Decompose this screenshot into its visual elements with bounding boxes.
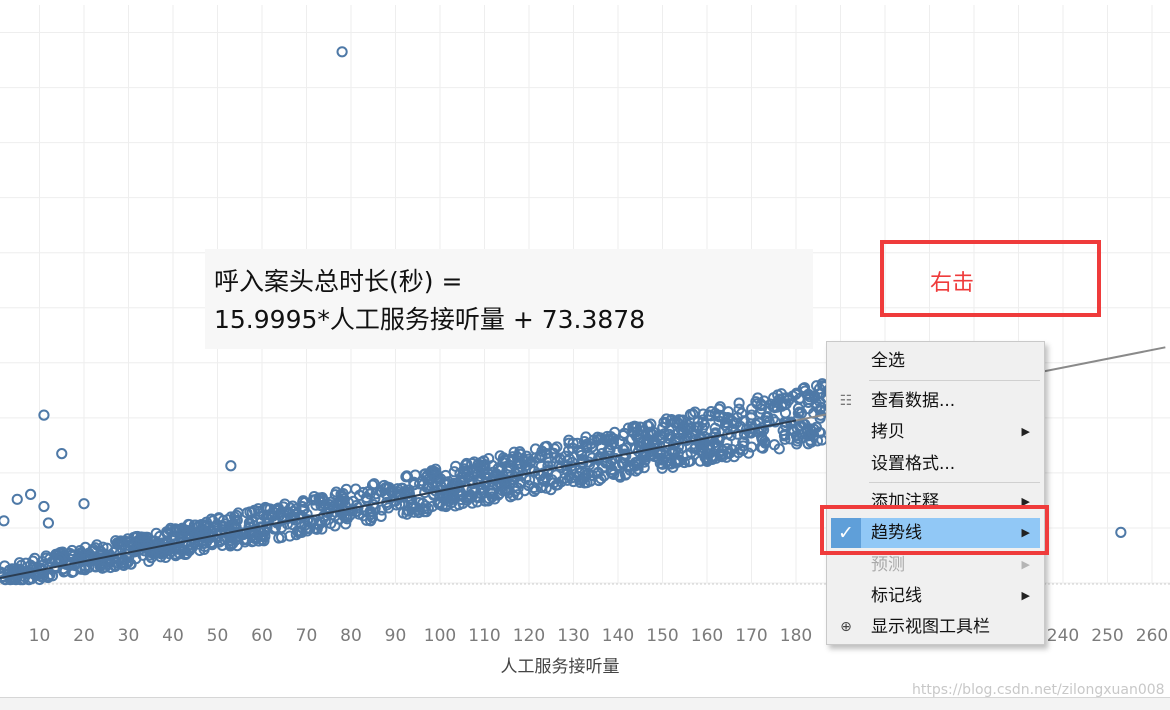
trendline-equation-annotation[interactable]: 呼入案头总时长(秒) = 15.9995*人工服务接听量 + 73.3878 [205, 249, 813, 349]
x-tick-label: 130 [557, 626, 589, 646]
data-point[interactable] [42, 517, 55, 529]
menu-item-label: 查看数据... [871, 391, 956, 411]
menu-item-label: 标记线 [871, 586, 922, 606]
data-point[interactable] [38, 500, 50, 513]
data-point[interactable] [11, 493, 23, 505]
right-click-callout-text: 右击 [930, 271, 975, 296]
x-tick-label: 170 [735, 626, 767, 646]
context-menu[interactable]: 全选 ☷ 查看数据... 拷贝 ▶ 设置格式... 添加注释 ▶ ✓ 趋势线 ▶ 预测 ▶ 标记线 ▶ ⊕ 显示… [826, 341, 1045, 645]
watermark: https://blog.csdn.net/zilongxuan008 [912, 682, 1165, 698]
data-point[interactable] [0, 515, 10, 527]
menu-item-label: 拷贝 [871, 422, 905, 442]
x-tick-label: 140 [602, 626, 634, 646]
x-tick-label: 260 [1136, 626, 1168, 646]
x-tick-label: 250 [1091, 626, 1123, 646]
menu-item[interactable]: 拷贝 ▶ [827, 417, 1044, 447]
x-tick-label: 60 [251, 626, 273, 646]
x-tick-label: 160 [691, 626, 723, 646]
menu-item[interactable]: 设置格式... [827, 449, 1044, 479]
x-tick-label: 50 [207, 626, 229, 646]
menu-item-label: 显示视图工具栏 [871, 617, 990, 637]
x-tick-label: 40 [162, 626, 184, 646]
table-icon: ☷ [839, 393, 853, 409]
horizontal-scrollbar[interactable] [0, 697, 1170, 710]
x-tick-label: 70 [296, 626, 318, 646]
x-tick-label: 110 [468, 626, 500, 646]
menu-separator [869, 380, 1040, 381]
data-point[interactable] [733, 397, 745, 409]
menu-item[interactable]: 标记线 ▶ [827, 581, 1044, 611]
right-click-callout-box: 右击 [880, 240, 1101, 317]
x-tick-label: 10 [29, 626, 51, 646]
x-tick-label: 90 [385, 626, 407, 646]
menu-separator [869, 482, 1040, 483]
menu-item[interactable]: ⊕ 显示视图工具栏 [827, 612, 1044, 642]
submenu-arrow-icon: ▶ [1021, 589, 1030, 602]
x-tick-label: 150 [646, 626, 678, 646]
x-tick-label: 240 [1047, 626, 1079, 646]
trend-line-segment[interactable] [0, 419, 797, 579]
data-point[interactable] [225, 460, 237, 472]
x-tick-label: 20 [73, 626, 95, 646]
data-point[interactable] [25, 488, 37, 500]
zoom-icon: ⊕ [840, 619, 852, 635]
menu-item[interactable]: ☷ 查看数据... [827, 386, 1044, 416]
x-tick-label: 30 [118, 626, 140, 646]
data-point[interactable] [56, 448, 68, 460]
menu-item-label: 全选 [871, 351, 905, 371]
x-tick-label: 180 [780, 626, 812, 646]
equation-line-2: 15.9995*人工服务接听量 + 73.3878 [214, 305, 646, 334]
menu-item-label: 设置格式... [871, 454, 956, 474]
trendline-highlight-box [820, 505, 1049, 555]
x-tick-label: 120 [513, 626, 545, 646]
menu-item[interactable]: 全选 [827, 346, 1044, 376]
data-point[interactable] [1115, 526, 1127, 538]
equation-line-1: 呼入案头总时长(秒) = [214, 267, 463, 296]
x-axis-title: 人工服务接听量 [501, 657, 620, 677]
submenu-arrow-icon: ▶ [1021, 425, 1030, 438]
x-tick-label: 100 [424, 626, 456, 646]
data-point[interactable] [336, 46, 348, 58]
x-tick-label: 80 [340, 626, 362, 646]
